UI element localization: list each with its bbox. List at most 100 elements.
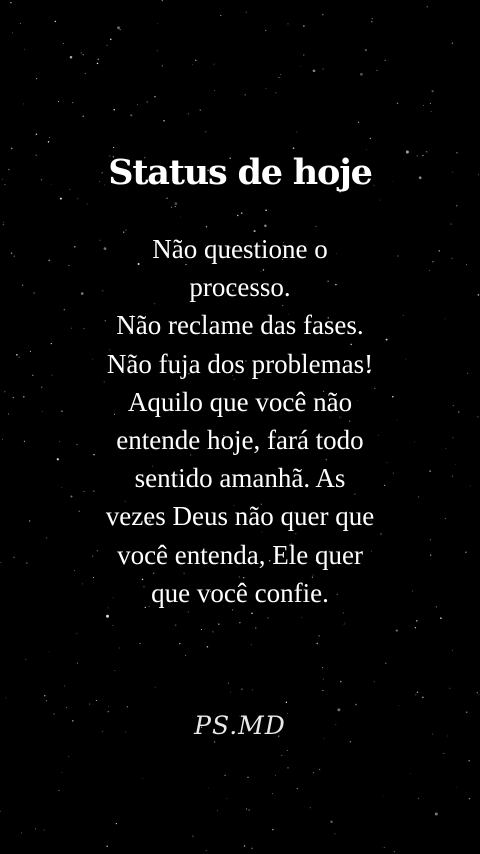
star-dot [322,689,324,692]
star-dot [422,696,424,699]
star-dot [456,786,458,788]
star-dot [228,682,230,684]
star-dot [275,774,276,776]
star-dot [178,642,181,645]
star-dot [264,224,267,227]
star-dot [239,622,241,624]
star-dot [272,828,274,831]
star-dot [369,137,372,140]
star-dot [466,372,469,374]
star-dot [21,284,24,286]
star-dot [340,680,342,683]
star-dot [154,686,156,688]
quote-line: entende hoje, fará todo [116,425,364,456]
star-dot [244,94,246,96]
star-dot [5,697,7,699]
star-dot [449,687,451,689]
star-dot [174,202,178,206]
star-dot [376,69,378,72]
star-dot [110,38,112,41]
star-dot [318,635,320,637]
star-dot [373,681,375,683]
star-dot [430,111,432,113]
star-dot [281,754,283,756]
star-dot [10,1,12,4]
star-dot [452,649,454,651]
star-dot [230,691,232,693]
quote-line: processo. [189,272,291,303]
star-dot [47,141,50,143]
star-dot [316,642,318,645]
star-dot [212,631,214,633]
star-dot [456,205,458,207]
star-dot [455,463,456,465]
star-dot [2,438,3,440]
star-dot [286,749,288,751]
star-dot [114,669,116,671]
star-dot [77,198,79,200]
star-dot [423,104,425,106]
star-dot [137,104,138,105]
star-dot [241,688,243,690]
star-dot [371,18,373,20]
star-dot [466,264,468,266]
star-dot [58,100,60,103]
star-dot [280,74,282,75]
star-dot [371,21,373,23]
star-dot [452,437,454,439]
star-dot [200,628,202,631]
quote-line: que você confie. [151,577,329,608]
star-dot [318,768,321,771]
star-dot [458,411,460,413]
star-dot [11,32,14,34]
star-dot [80,51,83,54]
star-dot [444,318,446,320]
star-dot [106,44,108,46]
star-dot [84,73,86,75]
quote-line: sentido amanhã. As [134,463,346,494]
star-dot [287,767,289,769]
star-dot [468,797,471,800]
star-dot [431,90,434,93]
star-dot [10,252,13,254]
star-dot [118,647,120,649]
star-dot [357,121,360,123]
star-dot [476,692,478,694]
page-title: Status de hoje [108,152,373,193]
star-dot [23,396,25,398]
star-dot [248,809,250,811]
star-dot [61,772,63,773]
star-dot [45,699,48,702]
star-dot [58,790,60,792]
star-dot [245,11,247,13]
star-dot [312,69,316,73]
star-dot [163,119,165,122]
star-dot [69,55,73,59]
star-dot [33,292,35,294]
star-dot [20,832,22,834]
star-dot [24,48,26,50]
star-dot [226,798,228,799]
star-dot [287,23,289,25]
star-dot [0,562,2,563]
star-dot [468,759,470,762]
star-dot [393,851,395,853]
star-dot [417,797,420,800]
star-dot [465,551,467,553]
star-dot [112,624,114,626]
star-dot [265,29,267,31]
star-dot [185,654,187,656]
status-card: Status de hoje Não questione o processo.… [0,0,480,854]
star-dot [359,72,363,76]
star-dot [478,694,480,696]
star-dot [245,808,248,810]
star-dot [250,644,252,646]
star-dot [255,627,257,629]
star-dot [195,59,197,61]
star-dot [322,678,324,680]
star-dot [82,53,84,56]
star-dot [157,23,159,24]
star-dot [44,695,46,697]
star-dot [142,778,144,780]
star-dot [299,65,301,67]
